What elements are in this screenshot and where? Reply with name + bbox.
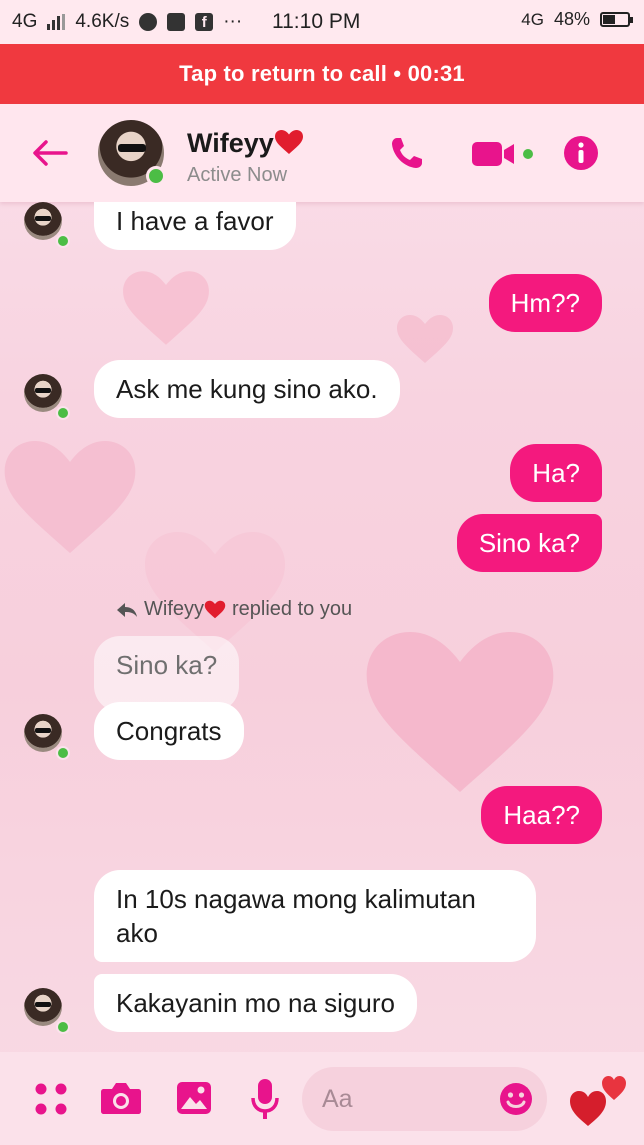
back-arrow-icon[interactable] bbox=[30, 136, 70, 170]
heart-like-icon[interactable] bbox=[568, 1068, 630, 1128]
chat-header: Wifeyy Active Now bbox=[0, 104, 644, 202]
incoming-message[interactable]: Ask me kung sino ako. bbox=[94, 360, 400, 418]
battery-icon bbox=[600, 12, 633, 27]
message-input-placeholder: Aa bbox=[322, 1085, 353, 1113]
storage-icon bbox=[167, 13, 186, 31]
incoming-message[interactable]: Congrats bbox=[94, 702, 244, 760]
message-text: Sino ka? bbox=[116, 650, 218, 680]
message-text: In 10s nagawa mong kalimutan ako bbox=[116, 884, 476, 948]
contact-avatar-small[interactable] bbox=[24, 202, 62, 240]
online-indicator bbox=[146, 166, 166, 186]
reply-indicator: Wifeyy replied to you bbox=[116, 598, 352, 621]
video-camera-icon[interactable] bbox=[470, 138, 540, 170]
message-text: Ask me kung sino ako. bbox=[116, 374, 378, 404]
message-text: Kakayanin mo na siguro bbox=[116, 988, 395, 1018]
background-heart-icon bbox=[397, 315, 453, 363]
microphone-icon[interactable] bbox=[250, 1078, 280, 1120]
message-text: Congrats bbox=[116, 716, 222, 746]
contact-avatar-small[interactable] bbox=[24, 714, 62, 752]
reply-text: replied to you bbox=[232, 598, 353, 620]
emoji-icon[interactable] bbox=[499, 1082, 533, 1116]
background-heart-icon bbox=[366, 632, 554, 792]
message-input[interactable]: Aa bbox=[302, 1067, 547, 1131]
network-label: 4G bbox=[12, 11, 38, 32]
message-text: Sino ka? bbox=[478, 528, 580, 558]
contact-name-row[interactable]: Wifeyy bbox=[187, 128, 304, 159]
contact-status: Active Now bbox=[187, 164, 288, 186]
quoted-message[interactable]: Sino ka? bbox=[94, 636, 240, 712]
incoming-message[interactable]: In 10s nagawa mong kalimutan ako bbox=[94, 870, 536, 962]
signal-icon bbox=[47, 14, 66, 30]
outgoing-message[interactable]: Haa?? bbox=[481, 786, 602, 844]
message-text: Ha? bbox=[532, 458, 580, 488]
message-text: Haa?? bbox=[503, 800, 580, 830]
reply-name: Wifeyy bbox=[144, 598, 204, 620]
incoming-message[interactable]: Kakayanin mo na siguro bbox=[94, 974, 417, 1032]
camera-icon[interactable] bbox=[100, 1080, 142, 1116]
clock: 11:10 PM bbox=[272, 10, 361, 33]
image-icon[interactable] bbox=[176, 1081, 212, 1115]
message-text: Hm?? bbox=[510, 288, 580, 318]
network-label-right: 4G bbox=[521, 9, 544, 29]
network-speed: 4.6K/s bbox=[75, 11, 130, 32]
status-bar: 4G 4.6K/s f ··· 11:10 PM 4G 48% bbox=[0, 0, 644, 44]
outgoing-message[interactable]: Sino ka? bbox=[456, 514, 602, 572]
outgoing-message[interactable]: Ha? bbox=[510, 444, 602, 502]
menu-dots-icon[interactable] bbox=[34, 1082, 68, 1116]
contact-name: Wifeyy bbox=[187, 128, 274, 158]
background-heart-icon bbox=[123, 271, 209, 345]
online-indicator bbox=[56, 746, 70, 760]
composer-bar: Aa bbox=[0, 1052, 644, 1145]
contact-avatar-small[interactable] bbox=[24, 374, 62, 412]
more-notifications: ··· bbox=[223, 11, 243, 32]
background-heart-icon bbox=[4, 441, 136, 553]
messenger-icon bbox=[139, 13, 158, 31]
reply-arrow-icon bbox=[117, 602, 137, 617]
heart-emoji-icon bbox=[204, 600, 226, 619]
message-text: I have a favor bbox=[116, 206, 274, 236]
call-banner-text: Tap to return to call • 00:31 bbox=[179, 61, 465, 86]
battery-percent: 48% bbox=[553, 9, 590, 29]
phone-icon[interactable] bbox=[388, 134, 426, 172]
online-indicator bbox=[56, 1020, 70, 1034]
online-indicator bbox=[56, 234, 70, 248]
contact-avatar-small[interactable] bbox=[24, 988, 62, 1026]
message-list[interactable]: I have a favor Hm?? Ask me kung sino ako… bbox=[0, 202, 644, 1052]
incoming-message[interactable]: I have a favor bbox=[94, 202, 296, 250]
heart-emoji-icon bbox=[274, 130, 303, 154]
return-to-call-banner[interactable]: Tap to return to call • 00:31 bbox=[0, 44, 644, 104]
info-icon[interactable] bbox=[562, 134, 600, 172]
outgoing-message[interactable]: Hm?? bbox=[488, 274, 602, 332]
online-indicator bbox=[56, 406, 70, 420]
facebook-icon: f bbox=[195, 13, 214, 31]
